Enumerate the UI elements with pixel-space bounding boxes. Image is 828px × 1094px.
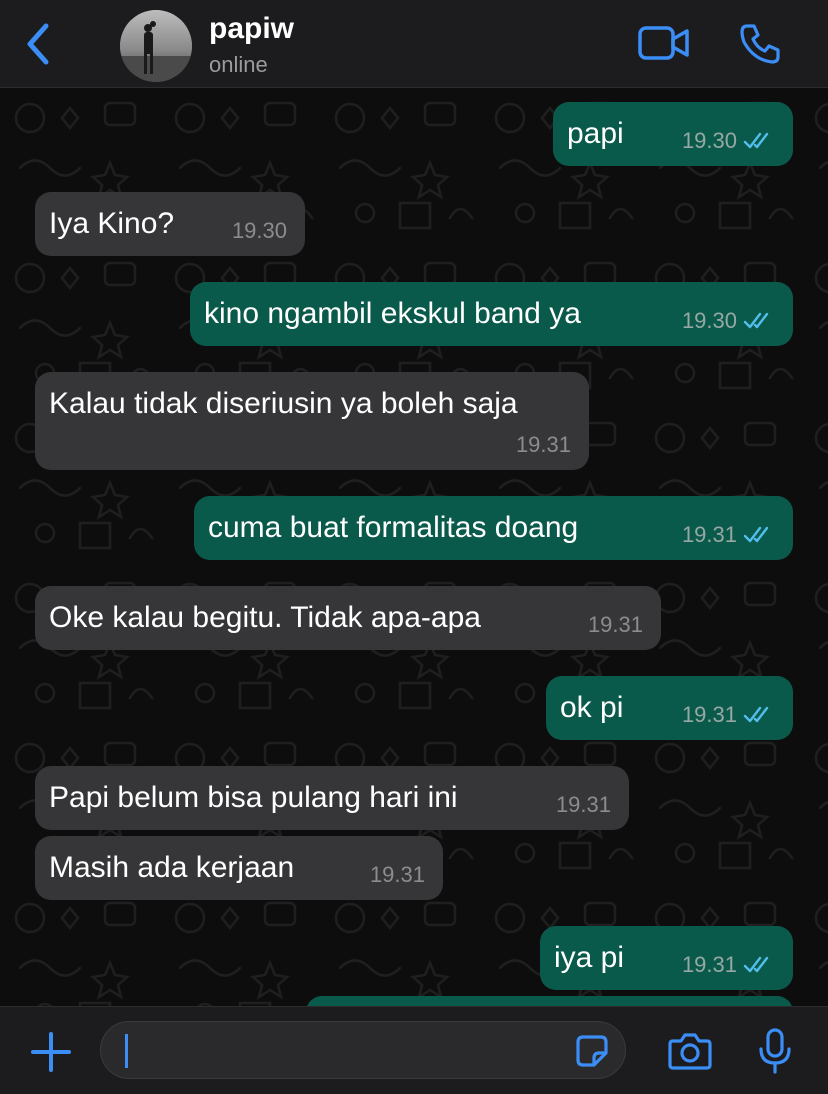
- message-time: 19.30: [231, 218, 287, 243]
- message-outgoing[interactable]: ok pi 19.31: [546, 676, 793, 740]
- message-outgoing-partial[interactable]: [306, 996, 793, 1006]
- message-incoming[interactable]: Kalau tidak diseriusin ya boleh saja 19.…: [35, 372, 589, 470]
- message-text: Masih ada kerjaan: [49, 851, 295, 884]
- message-incoming[interactable]: Papi belum bisa pulang hari ini 19.31: [35, 766, 629, 830]
- message-time: 19.30: [681, 128, 737, 153]
- read-receipt-icon: [743, 706, 769, 723]
- avatar[interactable]: [120, 10, 192, 82]
- message-meta: 19.31: [682, 702, 773, 728]
- contact-status: online: [209, 52, 268, 77]
- back-button[interactable]: [22, 22, 56, 66]
- message-outgoing[interactable]: papi 19.30: [553, 102, 793, 166]
- message-incoming[interactable]: Iya Kino? 19.30: [35, 192, 305, 256]
- message-text: Kalau tidak diseriusin ya boleh saja: [49, 387, 518, 420]
- message-time: 19.31: [681, 952, 737, 977]
- sticker-icon: [576, 1035, 608, 1067]
- message-time: 19.30: [681, 308, 737, 333]
- message-list[interactable]: papi 19.30 Iya Kino? 19.30 kino ngambil …: [0, 88, 828, 1006]
- voice-record-button[interactable]: [757, 1027, 793, 1075]
- message-text: Papi belum bisa pulang hari ini: [49, 781, 458, 814]
- message-time: 19.31: [369, 862, 425, 887]
- chevron-left-icon: [27, 23, 49, 65]
- message-meta: 19.31: [682, 522, 773, 548]
- microphone-icon: [759, 1028, 791, 1074]
- sticker-button[interactable]: [575, 1034, 609, 1068]
- message-time: 19.31: [515, 432, 571, 457]
- message-outgoing[interactable]: cuma buat formalitas doang 19.31: [194, 496, 793, 560]
- message-meta: 19.31: [556, 792, 611, 818]
- camera-button[interactable]: [667, 1031, 713, 1071]
- message-text: Iya Kino?: [49, 207, 175, 240]
- message-meta: 19.31: [682, 952, 773, 978]
- message-time: 19.31: [587, 612, 643, 637]
- chat-header: papiw online: [0, 0, 828, 88]
- message-meta: 19.30: [682, 128, 773, 154]
- message-text: iya pi: [554, 941, 625, 974]
- video-call-button[interactable]: [638, 24, 690, 62]
- message-text: kino ngambil ekskul band ya: [204, 297, 581, 330]
- avatar-photo: [120, 10, 192, 82]
- message-text: Oke kalau begitu. Tidak apa-apa: [49, 601, 481, 634]
- read-receipt-icon: [743, 526, 769, 543]
- message-text: cuma buat formalitas doang: [208, 511, 579, 544]
- message-meta: 19.31: [516, 432, 571, 458]
- text-caret: [125, 1034, 128, 1068]
- camera-icon: [668, 1033, 712, 1070]
- video-camera-icon: [638, 26, 689, 60]
- message-outgoing[interactable]: iya pi 19.31: [540, 926, 793, 990]
- message-meta: 19.31: [370, 862, 425, 888]
- message-outgoing[interactable]: kino ngambil ekskul band ya 19.30: [190, 282, 793, 346]
- message-time: 19.31: [681, 522, 737, 547]
- message-meta: 19.30: [682, 308, 773, 334]
- message-incoming[interactable]: Masih ada kerjaan 19.31: [35, 836, 443, 900]
- phone-icon: [740, 24, 780, 64]
- message-text: ok pi: [560, 691, 624, 724]
- message-text: papi: [567, 117, 624, 150]
- attach-button[interactable]: [30, 1031, 72, 1073]
- composer-bar: [0, 1006, 828, 1094]
- voice-call-button[interactable]: [738, 22, 782, 66]
- message-meta: 19.30: [232, 218, 287, 244]
- message-time: 19.31: [555, 792, 611, 817]
- read-receipt-icon: [743, 132, 769, 149]
- plus-icon: [31, 1032, 71, 1072]
- message-input[interactable]: [100, 1021, 626, 1079]
- contact-name[interactable]: papiw: [209, 12, 294, 46]
- message-meta: 19.31: [588, 612, 643, 638]
- read-receipt-icon: [743, 956, 769, 973]
- message-incoming[interactable]: Oke kalau begitu. Tidak apa-apa 19.31: [35, 586, 661, 650]
- read-receipt-icon: [743, 312, 769, 329]
- message-time: 19.31: [681, 702, 737, 727]
